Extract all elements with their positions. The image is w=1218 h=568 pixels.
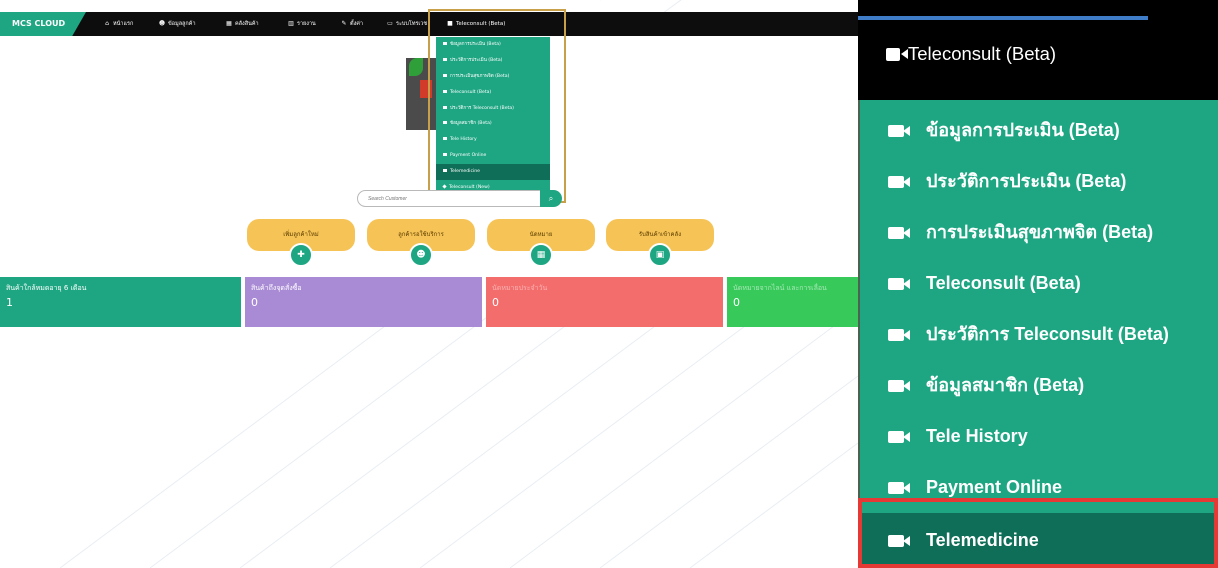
video-icon	[888, 431, 910, 443]
stat-card-expiring[interactable]: สินค้าใกล้หมดอายุ 6 เดือน 1	[0, 277, 241, 327]
stat-card-line-appointments[interactable]: นัดหมายจากไลน์ และการเลื่อน 0	[727, 277, 858, 327]
nav-label: หน้าแรก	[113, 21, 134, 27]
tutorial-screenshot: MCS CLOUD ⌂ หน้าแรก ☻ ข้อมูลลูกค้า ▦ คลังสิ…	[0, 0, 1218, 568]
video-icon	[888, 125, 910, 137]
zoom-item-label: ประวัติการประเมิน (Beta)	[926, 171, 1127, 191]
logo-leaf	[409, 58, 423, 76]
zoom-menu-item[interactable]: ประวัติการประเมิน (Beta)	[858, 156, 1218, 207]
home-icon: ⌂	[105, 20, 109, 27]
stat-value: 0	[733, 296, 740, 309]
video-icon	[888, 380, 910, 392]
stat-value: 1	[6, 296, 13, 309]
zoom-title[interactable]: Teleconsult (Beta)	[886, 34, 1056, 74]
zoom-item-label: Tele History	[926, 426, 1028, 446]
zoomed-menu-panel: Teleconsult (Beta) ข้อมูลการประเมิน (Bet…	[858, 0, 1218, 568]
zoom-menu-item[interactable]: ข้อมูลการประเมิน (Beta)	[858, 105, 1218, 156]
nav-item-telemed[interactable]: ▭ ระบบโทรเวช	[386, 12, 430, 36]
zoom-top-accent	[858, 16, 1148, 20]
zoom-menu-item[interactable]: การประเมินสุขภาพจิต (Beta)	[858, 207, 1218, 258]
video-icon	[888, 227, 910, 239]
zoom-item-label: การประเมินสุขภาพจิต (Beta)	[926, 222, 1154, 242]
nav-label: รายงาน	[297, 21, 316, 27]
nav-label: ข้อมูลลูกค้า	[168, 21, 196, 27]
video-icon	[888, 482, 910, 494]
menu-highlight-frame	[428, 9, 566, 203]
nav-item-customers[interactable]: ☻ ข้อมูลลูกค้า	[158, 12, 196, 36]
zoom-left-edge	[858, 100, 860, 500]
stat-value: 0	[492, 296, 499, 309]
zoom-menu-item[interactable]: Tele History	[858, 411, 1218, 462]
quick-label: เพิ่มลูกค้าใหม่	[283, 231, 319, 238]
users-icon: ☻	[158, 20, 166, 27]
stat-card-daily-appointments[interactable]: นัดหมายประจำวัน 0	[486, 277, 723, 327]
group-icon: ☻	[409, 243, 433, 267]
nav-item-reports[interactable]: ▥ รายงาน	[287, 12, 316, 36]
zoom-item-label: Teleconsult (Beta)	[926, 273, 1081, 293]
monitor-icon: ▭	[387, 20, 393, 27]
nav-item-inventory[interactable]: ▦ คลังสินค้า	[225, 12, 259, 36]
stat-card-reorder[interactable]: สินค้าถึงจุดสั่งซื้อ 0	[245, 277, 482, 327]
box-icon: ▣	[648, 243, 672, 267]
customer-search: ⌕	[357, 190, 562, 207]
calendar-icon: ▦	[529, 243, 553, 267]
nav-label: คลังสินค้า	[235, 21, 259, 27]
quick-label: ลูกค้ารอใช้บริการ	[398, 231, 444, 238]
zoom-menu-item[interactable]: Teleconsult (Beta)	[858, 258, 1218, 309]
video-icon	[888, 278, 910, 290]
zoom-item-label: ข้อมูลสมาชิก (Beta)	[926, 375, 1085, 395]
zoom-item-label: Payment Online	[926, 477, 1063, 497]
zoom-header: Teleconsult (Beta)	[858, 0, 1218, 100]
stat-label: นัดหมายจากไลน์ และการเลื่อน	[733, 284, 827, 292]
quick-label: รับสินค้าเข้าคลัง	[638, 231, 682, 238]
app-screenshot: MCS CLOUD ⌂ หน้าแรก ☻ ข้อมูลลูกค้า ▦ คลังสิ…	[0, 0, 858, 568]
quick-label: นัดหมาย	[529, 231, 553, 238]
table-icon: ▦	[226, 20, 232, 27]
zoom-menu-item[interactable]: ประวัติการ Teleconsult (Beta)	[858, 309, 1218, 360]
zoom-item-label: ข้อมูลการประเมิน (Beta)	[926, 120, 1120, 140]
nav-label: ตั้งค่า	[350, 21, 364, 27]
video-icon	[886, 48, 908, 61]
telemedicine-highlight-box	[858, 498, 1218, 568]
zoom-title-label: Teleconsult (Beta)	[908, 43, 1057, 64]
stat-label: สินค้าถึงจุดสั่งซื้อ	[251, 284, 302, 292]
video-icon	[888, 329, 910, 341]
video-icon	[888, 176, 910, 188]
search-input[interactable]	[357, 190, 541, 207]
stat-value: 0	[251, 296, 258, 309]
wrench-icon: ✎	[341, 20, 347, 27]
nav-item-settings[interactable]: ✎ ตั้งค่า	[340, 12, 363, 36]
stat-label: นัดหมายประจำวัน	[492, 284, 548, 292]
search-button[interactable]: ⌕	[540, 190, 562, 207]
chart-icon: ▥	[288, 20, 294, 27]
zoom-item-label: ประวัติการ Teleconsult (Beta)	[926, 324, 1169, 344]
brand-logo[interactable]: MCS CLOUD	[0, 12, 86, 36]
zoom-menu-item[interactable]: ข้อมูลสมาชิก (Beta)	[858, 360, 1218, 411]
nav-label: ระบบโทรเวช	[396, 21, 428, 27]
search-icon: ⌕	[548, 194, 554, 203]
add-user-icon: ✚	[289, 243, 313, 267]
stat-label: สินค้าใกล้หมดอายุ 6 เดือน	[6, 284, 87, 292]
nav-item-home[interactable]: ⌂ หน้าแรก	[103, 12, 133, 36]
